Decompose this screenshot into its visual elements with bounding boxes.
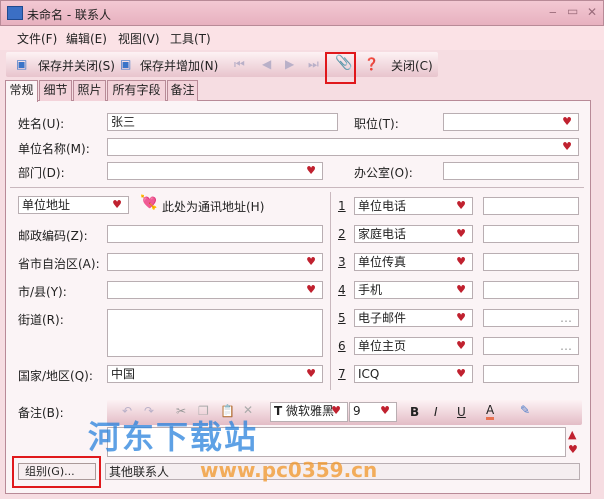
menu-tools[interactable]: 工具(T) <box>170 30 211 47</box>
company-label: 单位名称(M): <box>18 142 90 156</box>
address-type-combo[interactable]: 单位地址 <box>18 196 129 214</box>
vertical-divider <box>330 192 331 390</box>
save-add-icon: ▣ <box>120 57 132 71</box>
font-icon: T <box>274 404 283 418</box>
name-input[interactable]: 张三 <box>107 113 338 131</box>
office-input[interactable] <box>443 162 579 180</box>
font-size-combo[interactable]: 9 <box>349 402 397 422</box>
bold-button[interactable]: B <box>410 405 419 419</box>
country-combo[interactable]: 中国 <box>107 365 323 383</box>
save-close-button[interactable]: 保存并关闭(S) <box>38 57 115 74</box>
phone-value-input[interactable] <box>483 365 579 383</box>
app-icon <box>7 6 23 20</box>
phone-number-index: 3 <box>338 255 346 269</box>
street-label: 街道(R): <box>18 313 64 327</box>
tab-details[interactable]: 细节 <box>39 80 72 101</box>
phone-type-combo[interactable]: 单位电话 <box>354 197 473 215</box>
tab-notes[interactable]: 备注 <box>167 80 198 101</box>
highlight-box <box>12 456 101 488</box>
phone-type-combo[interactable]: 单位传真 <box>354 253 473 271</box>
window-title: 未命名 - 联系人 <box>27 8 111 22</box>
street-textarea[interactable] <box>107 309 323 357</box>
heart-arrow-icon: 💘 <box>140 195 158 211</box>
city-combo[interactable] <box>107 281 323 299</box>
notes-label: 备注(B): <box>18 406 64 420</box>
close-window-button[interactable]: ✕ <box>587 5 597 19</box>
phone-type-combo[interactable]: ICQ <box>354 365 473 383</box>
zip-input[interactable] <box>107 225 323 243</box>
phone-number-index: 7 <box>338 367 346 381</box>
minimize-button[interactable]: ‒ <box>549 5 557 19</box>
city-label: 市/县(Y): <box>18 285 67 299</box>
country-label: 国家/地区(Q): <box>18 369 93 383</box>
underline-button[interactable]: U <box>457 405 466 419</box>
company-combo[interactable] <box>107 138 579 156</box>
phone-value-input[interactable] <box>483 281 579 299</box>
department-combo[interactable] <box>107 162 323 180</box>
divider <box>10 187 584 188</box>
job-title-combo[interactable] <box>443 113 579 131</box>
phone-type-combo[interactable]: 家庭电话 <box>354 225 473 243</box>
first-icon[interactable]: ⏮ <box>234 57 245 72</box>
phone-value-input[interactable]: … <box>483 309 579 327</box>
last-icon[interactable]: ⏭ <box>308 57 319 72</box>
phone-value-input[interactable] <box>483 197 579 215</box>
help-icon[interactable]: ❓ <box>364 57 379 71</box>
highlight-color-icon[interactable]: ✎ <box>520 403 530 417</box>
office-label: 办公室(O): <box>354 166 413 180</box>
prev-icon[interactable]: ◀ <box>262 57 271 71</box>
watermark-url: www.pc0359.cn <box>200 458 378 482</box>
phone-number-index: 4 <box>338 283 346 297</box>
font-color-button[interactable]: A <box>486 403 495 420</box>
phone-type-combo[interactable]: 手机 <box>354 281 473 299</box>
menu-file[interactable]: 文件(F) <box>17 30 57 47</box>
phone-type-combo[interactable]: 电子邮件 <box>354 309 473 327</box>
phone-number-index: 2 <box>338 227 346 241</box>
phone-value-input[interactable] <box>483 225 579 243</box>
italic-button[interactable]: I <box>434 405 438 419</box>
tab-all-fields[interactable]: 所有字段 <box>107 80 166 101</box>
save-icon: ▣ <box>16 57 28 71</box>
menu-view[interactable]: 视图(V) <box>118 30 160 47</box>
phone-number-index: 6 <box>338 339 346 353</box>
name-label: 姓名(U): <box>18 117 65 131</box>
maximize-button[interactable]: ▭ <box>567 4 578 18</box>
title-bar: 未命名 - 联系人 ‒ ▭ ✕ <box>0 0 604 26</box>
next-icon[interactable]: ▶ <box>285 57 294 71</box>
watermark: 河东下载站 <box>88 418 259 456</box>
phone-number-index: 1 <box>338 199 346 213</box>
scroll-down-icon[interactable]: ♥ <box>568 443 578 456</box>
phone-number-index: 5 <box>338 311 346 325</box>
tab-photo[interactable]: 照片 <box>73 80 106 101</box>
phone-value-input[interactable] <box>483 253 579 271</box>
phone-value-input[interactable]: … <box>483 337 579 355</box>
font-name: 微软雅黑 <box>286 404 335 418</box>
tab-general[interactable]: 常规 <box>5 80 38 102</box>
phone-type-combo[interactable]: 单位主页 <box>354 337 473 355</box>
job-title-label: 职位(T): <box>354 117 399 131</box>
close-button[interactable]: 关闭(C) <box>391 57 433 74</box>
zip-label: 邮政编码(Z): <box>18 229 88 243</box>
save-add-button[interactable]: 保存并增加(N) <box>140 57 218 74</box>
scroll-up-icon[interactable]: ▲ <box>568 428 576 441</box>
mailing-address-checkbox[interactable]: 此处为通讯地址(H) <box>162 198 264 215</box>
province-combo[interactable] <box>107 253 323 271</box>
menu-edit[interactable]: 编辑(E) <box>66 30 107 47</box>
province-label: 省市自治区(A): <box>18 257 100 271</box>
department-label: 部门(D): <box>18 166 65 180</box>
font-combo[interactable]: T 微软雅黑 <box>270 402 348 422</box>
highlight-box <box>325 52 356 84</box>
